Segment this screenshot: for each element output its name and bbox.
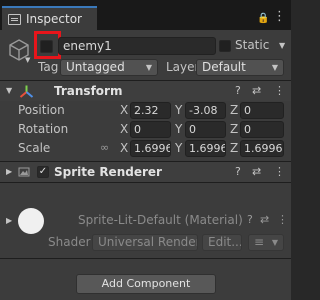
material-preview [18,208,44,234]
scale-y-field[interactable]: 1.6996 [185,140,226,157]
layer-value: Default [202,60,246,74]
rotation-z-label[interactable]: Z [230,122,238,136]
lock-icon[interactable]: 🔒 [257,13,269,24]
sprite-renderer-icon [18,167,30,177]
add-component-button[interactable]: Add Component [76,274,216,294]
scale-label: Scale [18,141,51,155]
material-name: Sprite-Lit-Default (Material) [78,213,243,227]
tab-inspector[interactable]: Inspector [2,6,97,30]
chevron-down-icon: ▼ [271,238,278,247]
tag-value: Untagged [66,60,125,74]
rotation-x-label[interactable]: X [120,122,128,136]
help-icon[interactable]: ? [247,213,253,226]
help-icon[interactable]: ? [235,84,241,97]
constrain-proportions-icon[interactable]: ∞ [100,141,109,154]
shader-list-button[interactable]: ≡ ▼ [248,234,284,251]
position-z-label[interactable]: Z [230,103,238,117]
position-y-field[interactable]: -3.08 [185,102,226,119]
shader-label: Shader [48,235,91,249]
layer-dropdown[interactable]: Default ▼ [196,59,284,76]
tag-label: Tag [38,60,59,74]
window-tab-bar: Inspector 🔒 ⋮ [0,0,291,30]
shader-edit-button[interactable]: Edit... [202,234,242,251]
shader-dropdown[interactable]: Universal Render P [92,234,198,251]
presets-icon[interactable]: ⇄ [252,165,261,178]
presets-icon[interactable]: ⇄ [252,84,261,97]
rotation-z-field[interactable]: 0 [240,121,284,138]
icon-dropdown-arrow-icon[interactable]: ▼ [25,56,30,64]
sprite-renderer-enabled-checkbox[interactable]: ✓ [37,166,49,178]
chevron-down-icon: ▼ [145,63,152,72]
kebab-menu-icon[interactable]: ⋮ [273,10,286,23]
list-icon: ≡ [254,235,265,249]
foldout-expanded-icon[interactable]: ▼ [6,86,12,95]
scale-y-label[interactable]: Y [175,141,182,155]
gameobject-name-input[interactable]: enemy1 [58,37,216,55]
edit-label: Edit... [208,235,242,249]
position-x-label[interactable]: X [120,103,128,117]
presets-icon[interactable]: ⇄ [260,213,269,226]
static-dropdown-icon[interactable]: ▼ [279,41,285,50]
component-menu-icon[interactable]: ⋮ [274,84,285,97]
static-label: Static [235,38,270,52]
component-menu-icon[interactable]: ⋮ [274,165,285,178]
position-z-field[interactable]: 0 [240,102,284,119]
sprite-renderer-title: Sprite Renderer [54,165,162,179]
help-icon[interactable]: ? [235,165,241,178]
transform-title: Transform [54,84,123,98]
divider [0,258,291,259]
position-label: Position [18,103,65,117]
foldout-collapsed-icon[interactable]: ▶ [6,167,12,176]
material-foldout-icon[interactable]: ▶ [6,216,12,225]
position-x-field[interactable]: 2.32 [130,102,171,119]
inspector-icon [8,13,21,25]
inspector-panel: ▼ enemy1 Static ▼ Tag Untagged ▼ Layer D… [0,30,291,300]
divider [0,182,291,183]
chevron-down-icon: ▼ [271,63,278,72]
rotation-y-label[interactable]: Y [175,122,182,136]
rotation-y-field[interactable]: 0 [185,121,226,138]
position-y-label[interactable]: Y [175,103,182,117]
transform-axes-icon [19,85,34,98]
scale-z-label[interactable]: Z [230,141,238,155]
tag-dropdown[interactable]: Untagged ▼ [60,59,158,76]
scale-x-field[interactable]: 1.6996 [130,140,171,157]
layer-label: Layer [166,60,200,74]
shader-value: Universal Render P [98,235,198,249]
static-checkbox[interactable] [219,40,231,52]
material-menu-icon[interactable]: ⋮ [277,213,288,226]
rotation-x-field[interactable]: 0 [130,121,171,138]
highlight-box [34,31,61,59]
scale-z-field[interactable]: 1.6996 [240,140,284,157]
scale-x-label[interactable]: X [120,141,128,155]
rotation-label: Rotation [18,122,69,136]
transform-header[interactable]: ▼ Transform ? ⇄ ⋮ [0,81,291,101]
tab-inspector-label: Inspector [26,12,82,26]
